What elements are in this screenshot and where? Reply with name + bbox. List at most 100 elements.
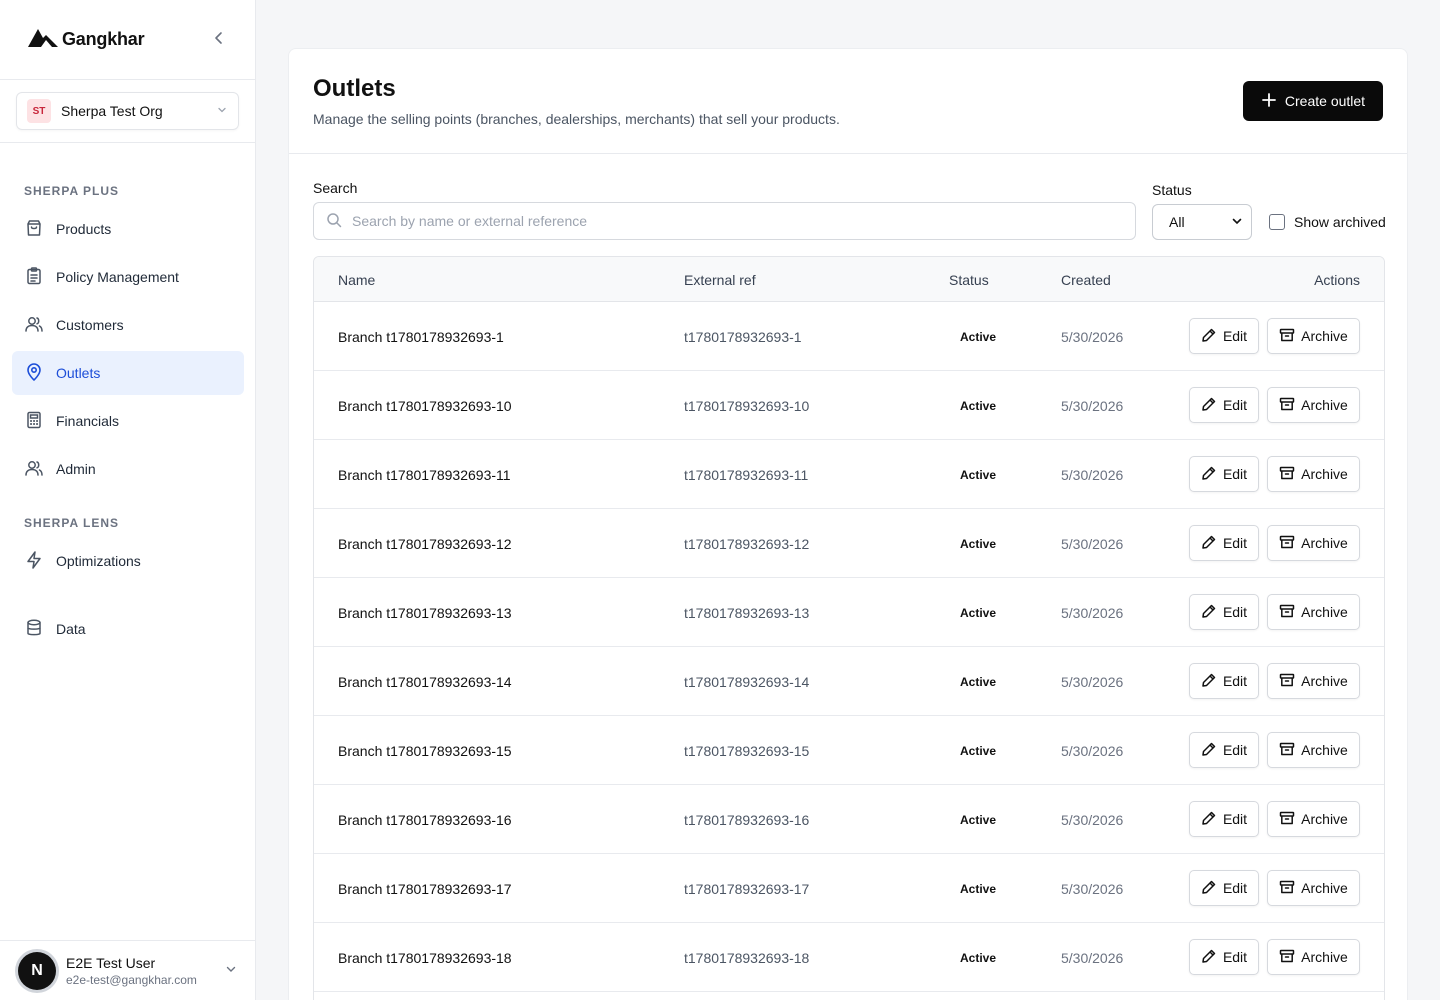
page-subtitle: Manage the selling points (branches, dea… <box>313 111 840 127</box>
table-row: Branch t1780178932693-10 t1780178932693-1… <box>314 371 1384 440</box>
status-select-value: All <box>1169 214 1185 230</box>
table-row: Branch t1780178932693-14 t1780178932693-1… <box>314 647 1384 716</box>
page-title: Outlets <box>313 75 396 102</box>
outlet-name: Branch t1780178932693-17 <box>338 881 512 897</box>
archive-button[interactable]: Archive <box>1267 456 1360 492</box>
table-row: Branch t1780178932693-11 t1780178932693-1… <box>314 440 1384 509</box>
edit-label: Edit <box>1222 811 1248 827</box>
archive-label: Archive <box>1301 328 1348 344</box>
sidebar-item-data[interactable]: Data <box>12 607 244 651</box>
create-outlet-button[interactable]: Create outlet <box>1243 81 1383 121</box>
status-badge: Active <box>960 399 997 413</box>
archive-button[interactable]: Archive <box>1267 801 1360 837</box>
archive-button[interactable]: Archive <box>1267 318 1360 354</box>
outlet-name: Branch t1780178932693-16 <box>338 812 512 828</box>
edit-button[interactable]: Edit <box>1189 387 1259 423</box>
users-icon <box>24 314 44 337</box>
archive-button[interactable]: Archive <box>1267 594 1360 630</box>
clipboard-icon <box>24 266 44 289</box>
outlet-external-ref: t1780178932693-11 <box>684 467 809 483</box>
table-row: Branch t1780178932693-1 t1780178932693-1 A… <box>314 302 1384 371</box>
status-badge: Active <box>960 606 997 620</box>
org-badge: ST <box>27 99 51 123</box>
org-switcher-wrap: ST Sherpa Test Org <box>0 80 255 143</box>
outlet-name: Branch t1780178932693-12 <box>338 536 512 552</box>
search-field[interactable] <box>313 202 1136 240</box>
edit-button[interactable]: Edit <box>1189 939 1259 975</box>
status-badge: Active <box>960 468 997 482</box>
show-archived-label: Show archived <box>1294 214 1386 230</box>
chevron-down-icon <box>1231 214 1243 230</box>
column-header-name[interactable]: Name <box>338 272 375 288</box>
sidebar-item-label: Data <box>56 621 86 637</box>
column-header-created[interactable]: Created <box>1061 272 1111 288</box>
edit-label: Edit <box>1222 604 1248 620</box>
sidebar-item-policy-management[interactable]: Policy Management <box>12 255 244 299</box>
sidebar-item-label: Products <box>56 221 112 237</box>
archive-icon <box>1279 534 1295 553</box>
archive-button[interactable]: Archive <box>1267 663 1360 699</box>
user-menu[interactable]: N E2E Test User e2e-test@gangkhar.com <box>0 940 256 1000</box>
status-select[interactable]: All <box>1152 204 1252 240</box>
outlet-created-date: 5/30/2026 <box>1061 950 1124 966</box>
sidebar-item-financials[interactable]: Financials <box>12 399 244 443</box>
archive-icon <box>1279 396 1295 415</box>
edit-label: Edit <box>1222 673 1248 689</box>
pencil-icon <box>1201 879 1217 898</box>
column-header-external-ref[interactable]: External ref <box>684 272 756 288</box>
zap-icon <box>24 550 44 573</box>
org-switcher[interactable]: ST Sherpa Test Org <box>16 92 239 130</box>
outlet-name: Branch t1780178932693-13 <box>338 605 512 621</box>
edit-button[interactable]: Edit <box>1189 801 1259 837</box>
archive-label: Archive <box>1301 880 1348 896</box>
show-archived-checkbox[interactable] <box>1269 214 1285 230</box>
outlets-table: Name External ref Status Created Actions… <box>313 256 1385 1000</box>
edit-button[interactable]: Edit <box>1189 663 1259 699</box>
table-body: Branch t1780178932693-1 t1780178932693-1 A… <box>314 302 1384 992</box>
edit-label: Edit <box>1222 949 1248 965</box>
sidebar-item-customers[interactable]: Customers <box>12 303 244 347</box>
filters-bar: Search Status All Show archived <box>289 154 1407 256</box>
edit-button[interactable]: Edit <box>1189 456 1259 492</box>
sidebar-item-outlets[interactable]: Outlets <box>12 351 244 395</box>
edit-label: Edit <box>1222 328 1248 344</box>
org-name: Sherpa Test Org <box>61 103 163 119</box>
archive-button[interactable]: Archive <box>1267 870 1360 906</box>
pencil-icon <box>1201 534 1217 553</box>
sidebar-item-admin[interactable]: Admin <box>12 447 244 491</box>
archive-icon <box>1279 879 1295 898</box>
table-row: Branch t1780178932693-17 t1780178932693-1… <box>314 854 1384 923</box>
archive-icon <box>1279 603 1295 622</box>
sidebar-item-optimizations[interactable]: Optimizations <box>12 539 244 583</box>
edit-button[interactable]: Edit <box>1189 732 1259 768</box>
edit-button[interactable]: Edit <box>1189 525 1259 561</box>
collapse-sidebar-button[interactable] <box>207 28 231 52</box>
chevron-down-icon <box>216 103 228 119</box>
map-pin-icon <box>24 362 44 385</box>
archive-button[interactable]: Archive <box>1267 387 1360 423</box>
outlet-name: Branch t1780178932693-14 <box>338 674 512 690</box>
column-header-status[interactable]: Status <box>949 272 989 288</box>
brand-logo[interactable]: Gangkhar <box>28 27 145 52</box>
archive-button[interactable]: Archive <box>1267 525 1360 561</box>
archive-label: Archive <box>1301 673 1348 689</box>
sidebar-item-products[interactable]: Products <box>12 207 244 251</box>
archive-label: Archive <box>1301 466 1348 482</box>
edit-button[interactable]: Edit <box>1189 594 1259 630</box>
archive-button[interactable]: Archive <box>1267 939 1360 975</box>
archive-label: Archive <box>1301 604 1348 620</box>
table-row: Branch t1780178932693-12 t1780178932693-1… <box>314 509 1384 578</box>
chevron-down-icon <box>224 962 238 979</box>
edit-button[interactable]: Edit <box>1189 318 1259 354</box>
archive-icon <box>1279 810 1295 829</box>
edit-button[interactable]: Edit <box>1189 870 1259 906</box>
status-badge: Active <box>960 330 997 344</box>
show-archived-toggle[interactable]: Show archived <box>1269 214 1386 230</box>
shopping-bag-icon <box>24 218 44 241</box>
archive-button[interactable]: Archive <box>1267 732 1360 768</box>
outlet-external-ref: t1780178932693-12 <box>684 536 810 552</box>
outlet-name: Branch t1780178932693-1 <box>338 329 504 345</box>
outlet-created-date: 5/30/2026 <box>1061 398 1124 414</box>
search-input[interactable] <box>352 213 1135 229</box>
sidebar-item-label: Admin <box>56 461 96 477</box>
